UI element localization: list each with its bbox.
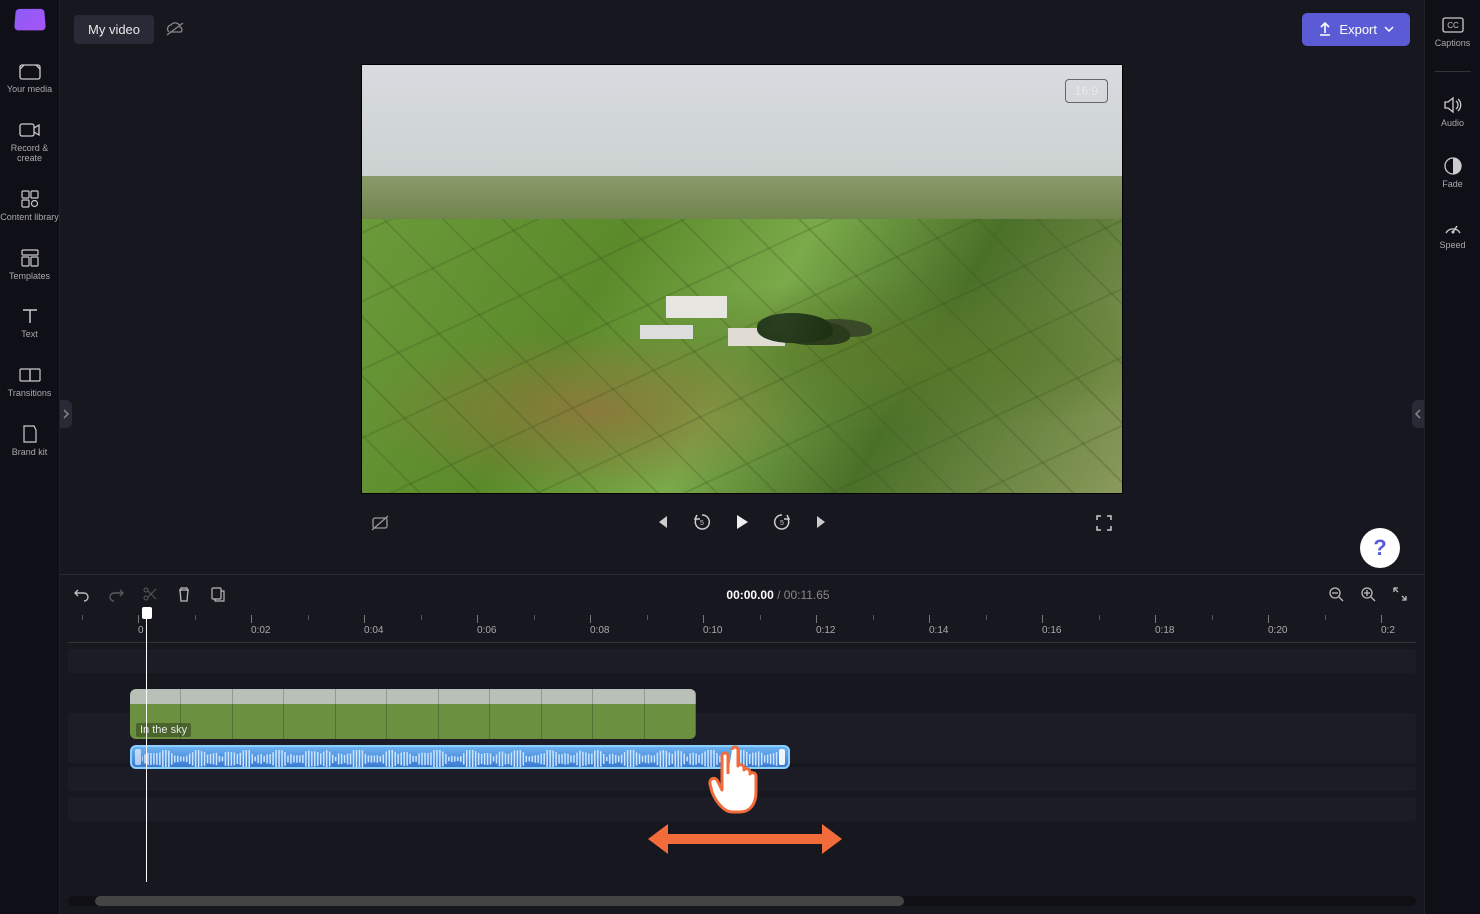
sidebar-item-your-media[interactable]: Your media	[0, 54, 59, 101]
sidebar-item-label: Your media	[7, 85, 52, 95]
ruler-tick: 0:12	[816, 615, 835, 642]
ruler-tick: 0	[138, 615, 144, 642]
ruler-tick: 0:06	[477, 615, 496, 642]
right-sidebar-collapse[interactable]	[1412, 400, 1424, 428]
svg-text:5: 5	[780, 520, 784, 527]
crop-disabled-icon[interactable]	[369, 512, 391, 534]
sidebar-item-label: Captions	[1435, 39, 1471, 49]
speed-icon	[1442, 216, 1464, 238]
ruler-tick: 0:18	[1155, 615, 1174, 642]
sidebar-item-label: Text	[21, 330, 38, 340]
video-clip[interactable]: In the sky	[130, 689, 696, 739]
library-icon	[19, 188, 41, 210]
app-logo	[14, 9, 46, 31]
seek-forward-button[interactable]: 5	[771, 511, 793, 533]
audio-trim-handle-right[interactable]	[779, 749, 785, 765]
sidebar-item-label: Record & create	[0, 144, 59, 164]
sidebar-item-fade[interactable]: Fade	[1425, 151, 1480, 194]
transitions-icon	[19, 364, 41, 386]
help-button[interactable]: ?	[1360, 528, 1400, 568]
ruler-tick: 0:16	[1042, 615, 1061, 642]
zoom-fit-button[interactable]	[1392, 586, 1410, 604]
sidebar-left: Your media Record & create Content libra…	[0, 0, 60, 914]
timeline-ruler[interactable]: 0 0:02 0:04 0:06 0:08 0:10 0:12 0:14 0:16 0:18 0:2…	[68, 615, 1416, 643]
sidebar-item-templates[interactable]: Templates	[0, 241, 59, 288]
ruler-tick: 0:14	[929, 615, 948, 642]
svg-text:5: 5	[700, 520, 704, 527]
ruler-tick: 0:04	[364, 615, 383, 642]
templates-icon	[19, 247, 41, 269]
ruler-tick: 0:2	[1381, 615, 1395, 642]
preview-canvas[interactable]: 16:9	[361, 64, 1123, 494]
playhead-line	[146, 615, 147, 882]
sidebar-item-content-library[interactable]: Content library	[0, 182, 59, 229]
total-time: 00:11.65	[784, 588, 830, 602]
svg-text:CC: CC	[1447, 21, 1459, 30]
audio-icon	[1442, 94, 1464, 116]
empty-track[interactable]	[68, 649, 1416, 673]
sidebar-item-label: Transitions	[8, 389, 52, 399]
sidebar-item-label: Fade	[1442, 180, 1463, 190]
export-button[interactable]: Export	[1302, 13, 1410, 46]
ruler-tick: 0:02	[251, 615, 270, 642]
sidebar-item-brand-kit[interactable]: Brand kit	[0, 417, 59, 464]
sidebar-item-label: Templates	[9, 272, 50, 282]
audio-clip[interactable]	[130, 745, 790, 769]
sidebar-right: CC Captions Audio Fade Speed	[1424, 0, 1480, 914]
sidebar-item-label: Brand kit	[12, 448, 48, 458]
ruler-tick: 0:10	[703, 615, 722, 642]
zoom-out-button[interactable]	[1328, 586, 1346, 604]
sidebar-item-captions[interactable]: CC Captions	[1425, 10, 1480, 53]
sidebar-item-audio[interactable]: Audio	[1425, 90, 1480, 133]
sidebar-item-label: Audio	[1441, 119, 1464, 129]
sidebar-item-label: Speed	[1439, 241, 1465, 251]
current-time: 00:00.00	[726, 588, 773, 602]
zoom-in-button[interactable]	[1360, 586, 1378, 604]
chevron-down-icon	[1384, 26, 1394, 32]
audio-trim-handle-left[interactable]	[135, 749, 141, 765]
video-clip-label: In the sky	[136, 723, 191, 737]
sidebar-item-text[interactable]: Text	[0, 299, 59, 346]
duplicate-button[interactable]	[210, 586, 228, 604]
timeline-toolbar: 00:00.00 / 00:11.65	[60, 575, 1424, 615]
timeline-scrollbar-thumb[interactable]	[95, 896, 904, 906]
cloud-sync-off-icon[interactable]	[164, 20, 186, 38]
sidebar-item-label: Content library	[0, 213, 59, 223]
undo-button[interactable]	[74, 586, 92, 604]
aspect-ratio-button[interactable]: 16:9	[1065, 79, 1108, 103]
skip-forward-button[interactable]	[811, 511, 833, 533]
preview-area: 16:9 5 5 ?	[60, 58, 1424, 574]
timeline-scrollbar[interactable]	[68, 896, 1416, 906]
seek-back-button[interactable]: 5	[691, 511, 713, 533]
fullscreen-button[interactable]	[1093, 512, 1115, 534]
text-icon	[19, 305, 41, 327]
camera-icon	[19, 119, 41, 141]
ruler-tick: 0:08	[590, 615, 609, 642]
play-button[interactable]	[731, 511, 753, 533]
audio-waveform	[142, 750, 778, 768]
media-icon	[19, 60, 41, 82]
timeline-timecode: 00:00.00 / 00:11.65	[244, 588, 1312, 602]
brand-kit-icon	[19, 423, 41, 445]
sidebar-item-transitions[interactable]: Transitions	[0, 358, 59, 405]
redo-button[interactable]	[108, 586, 126, 604]
skip-back-button[interactable]	[651, 511, 673, 533]
upload-icon	[1318, 22, 1332, 36]
project-title[interactable]: My video	[74, 15, 154, 44]
sidebar-item-record-create[interactable]: Record & create	[0, 113, 59, 170]
split-button[interactable]	[142, 586, 160, 604]
fade-icon	[1442, 155, 1464, 177]
tutorial-cursor-icon	[702, 742, 777, 822]
export-label: Export	[1339, 22, 1377, 37]
topbar: My video Export	[60, 0, 1424, 58]
sidebar-item-speed[interactable]: Speed	[1425, 212, 1480, 255]
ruler-tick: 0:20	[1268, 615, 1287, 642]
playback-controls: 5 5	[361, 502, 1123, 542]
delete-button[interactable]	[176, 586, 194, 604]
captions-icon: CC	[1442, 14, 1464, 36]
